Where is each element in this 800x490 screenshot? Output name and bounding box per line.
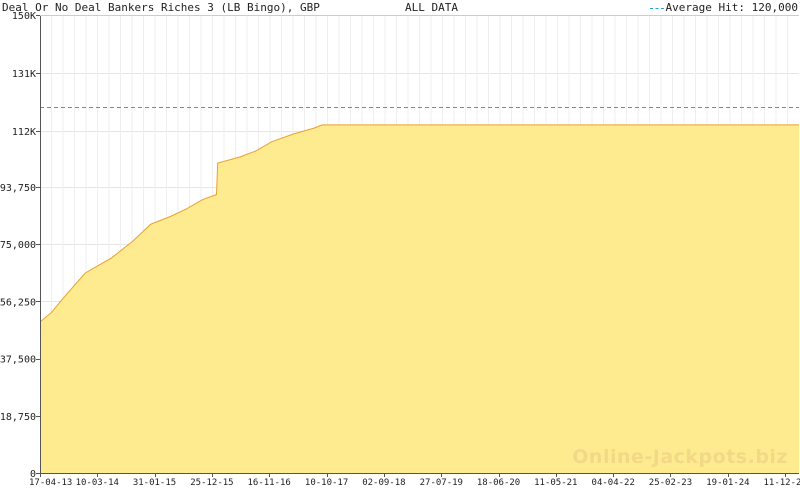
y-tick-label-5: 93,750 xyxy=(0,183,36,194)
x-tick-label-1: 10-03-14 xyxy=(76,478,119,488)
x-tick-label-6: 02-09-18 xyxy=(362,478,405,488)
x-tick-label-10: 04-04-22 xyxy=(592,478,635,488)
x-tick-label-11: 25-02-23 xyxy=(649,478,692,488)
y-tick-label-1: 18,750 xyxy=(0,412,36,423)
y-tick-label-7: 131K xyxy=(12,69,36,80)
y-tick-label-6: 112K xyxy=(12,127,36,138)
y-tick-label-3: 56,250 xyxy=(0,297,36,308)
x-tick-label-12: 19-01-24 xyxy=(706,478,749,488)
x-tick-label-8: 18-06-20 xyxy=(477,478,520,488)
watermark-logo: Online-Jackpots.biz xyxy=(572,446,788,468)
x-tick-label-0: 17-04-13 xyxy=(29,478,72,488)
x-tick-label-2: 31-01-15 xyxy=(133,478,176,488)
y-tick-label-8: 150K xyxy=(12,11,36,22)
x-tick-label-5: 10-10-17 xyxy=(305,478,348,488)
x-tick-label-9: 11-05-21 xyxy=(534,478,577,488)
x-tick-label-4: 16-11-16 xyxy=(248,478,291,488)
x-tick-label-13: 11-12-24 xyxy=(763,478,800,488)
y-tick-label-2: 37,500 xyxy=(0,355,36,366)
chart-canvas: 018,75037,50056,25075,00093,750112K131K1… xyxy=(0,11,800,488)
y-tick-label-4: 75,000 xyxy=(0,240,36,251)
x-tick-label-3: 25-12-15 xyxy=(190,478,233,488)
x-tick-label-7: 27-07-19 xyxy=(420,478,463,488)
